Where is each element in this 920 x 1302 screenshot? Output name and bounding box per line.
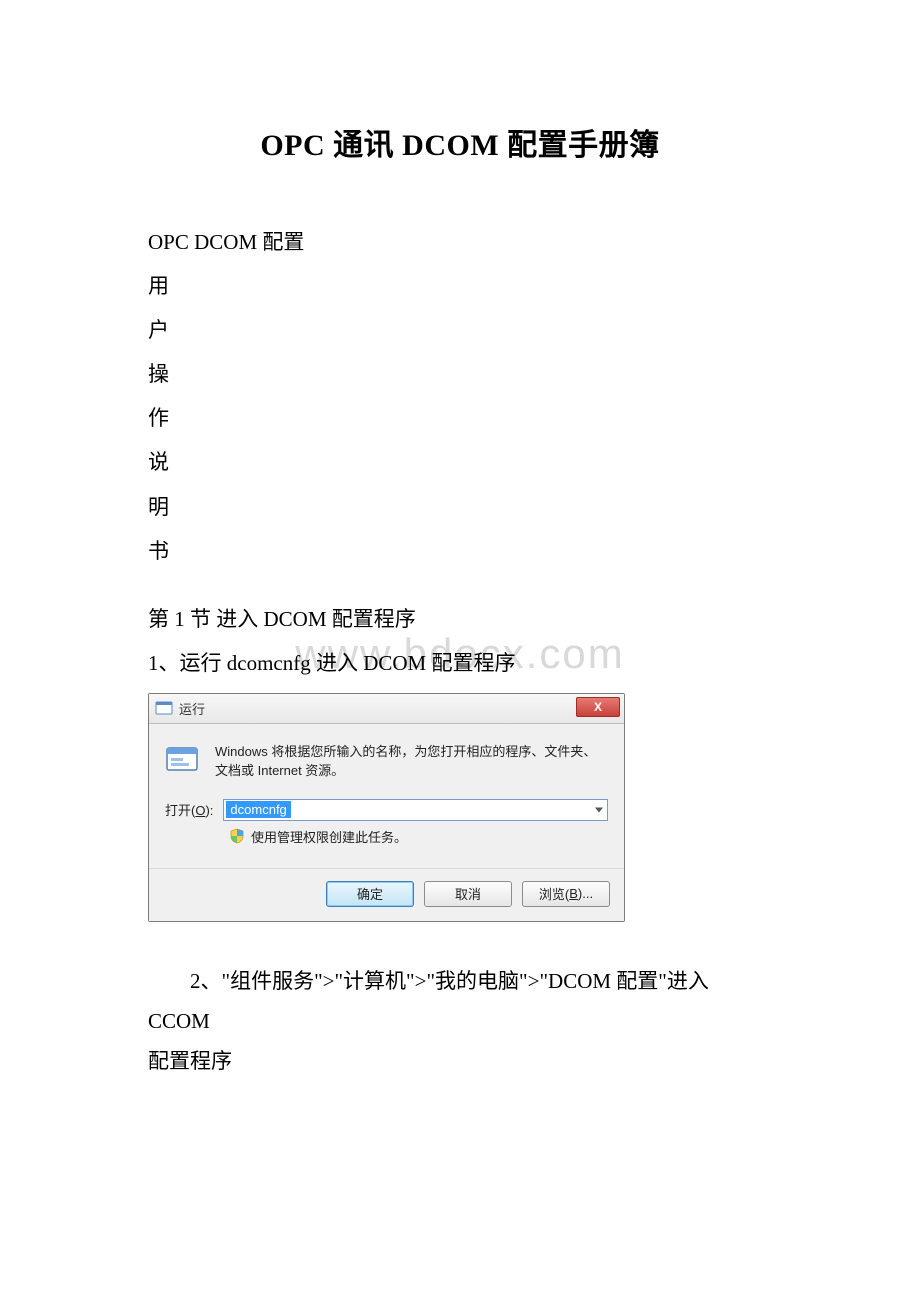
open-label-prefix: 打开( <box>165 803 195 818</box>
run-app-icon <box>165 744 201 774</box>
open-label-hotkey: O <box>195 803 205 818</box>
browse-label-hotkey: B <box>569 886 578 901</box>
run-admin-row: 使用管理权限创建此任务。 <box>165 827 608 846</box>
page-title: OPC 通讯 DCOM 配置手册簿 <box>148 120 772 164</box>
open-label-suffix: ): <box>205 803 213 818</box>
run-open-row: 打开(O): dcomcnfg <box>165 799 608 821</box>
intro-vertical-char: 说 <box>148 440 772 484</box>
run-titlebar: 运行 X <box>149 694 624 724</box>
intro-vertical-char: 户 <box>148 308 772 352</box>
run-dialog-body: Windows 将根据您所输入的名称，为您打开相应的程序、文件夹、文档或 Int… <box>149 724 624 868</box>
close-icon: X <box>594 700 602 714</box>
ok-button-label: 确定 <box>357 884 383 903</box>
document-page: OPC 通讯 DCOM 配置手册簿 OPC DCOM 配置 用 户 操 作 说 … <box>0 0 920 1082</box>
browse-label-prefix: 浏览( <box>539 884 569 903</box>
open-label: 打开(O): <box>165 800 213 819</box>
section-1: 第 1 节 进入 DCOM 配置程序 1、运行 dcomcnfg 进入 DCOM… <box>148 597 772 685</box>
step-2-paragraph: 2、"组件服务">"计算机">"我的电脑">"DCOM 配置"进入 CCOM 配… <box>148 962 772 1082</box>
cancel-button[interactable]: 取消 <box>424 881 512 907</box>
run-dialog-title: 运行 <box>179 699 205 718</box>
run-description-row: Windows 将根据您所输入的名称，为您打开相应的程序、文件夹、文档或 Int… <box>165 742 608 781</box>
intro-vertical-char: 操 <box>148 352 772 396</box>
run-dialog-footer: 确定 取消 浏览(B)... <box>149 868 624 921</box>
cancel-button-label: 取消 <box>455 884 481 903</box>
intro-vertical-char: 书 <box>148 529 772 573</box>
shield-icon <box>229 828 245 844</box>
browse-label-suffix: )... <box>578 886 593 901</box>
intro-vertical-char: 作 <box>148 396 772 440</box>
step-2-line1: 2、"组件服务">"计算机">"我的电脑">"DCOM 配置"进入 CCOM <box>148 962 772 1042</box>
section-heading: 第 1 节 进入 DCOM 配置程序 <box>148 597 772 641</box>
run-description-text: Windows 将根据您所输入的名称，为您打开相应的程序、文件夹、文档或 Int… <box>215 742 608 781</box>
ok-button[interactable]: 确定 <box>326 881 414 907</box>
open-input-value: dcomcnfg <box>226 801 290 818</box>
intro-vertical-char: 明 <box>148 485 772 529</box>
open-combobox[interactable]: dcomcnfg <box>223 799 608 821</box>
close-button[interactable]: X <box>576 697 620 717</box>
intro-block: OPC DCOM 配置 用 户 操 作 说 明 书 <box>148 220 772 573</box>
intro-vertical-char: 用 <box>148 264 772 308</box>
run-window-icon <box>155 701 173 715</box>
step-text: 1、运行 dcomcnfg 进入 DCOM 配置程序 <box>148 641 772 685</box>
step-2-line2: 配置程序 <box>148 1049 232 1073</box>
run-dialog: 运行 X Windows 将根据您所输入的名称，为您打开相应的程序、文件夹、文档… <box>148 693 625 922</box>
browse-button[interactable]: 浏览(B)... <box>522 881 610 907</box>
intro-line: OPC DCOM 配置 <box>148 220 772 264</box>
admin-privilege-text: 使用管理权限创建此任务。 <box>251 827 407 846</box>
chevron-down-icon <box>595 807 603 812</box>
